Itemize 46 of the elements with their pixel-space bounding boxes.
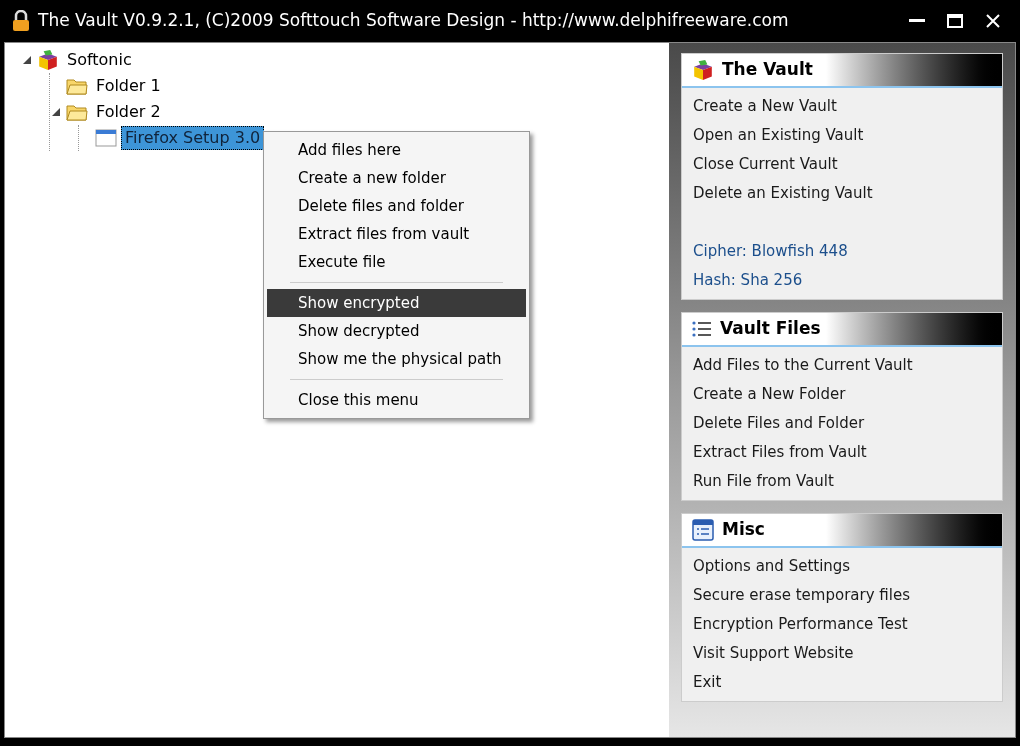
- menu-item[interactable]: Delete files and folder: [267, 192, 526, 220]
- panel-link[interactable]: Open an Existing Vault: [693, 121, 864, 150]
- panel-title: The Vault: [722, 58, 813, 82]
- tree-item[interactable]: Folder 1: [92, 74, 165, 98]
- menu-item[interactable]: Show encrypted: [267, 289, 526, 317]
- menu-item[interactable]: Execute file: [267, 248, 526, 276]
- panel-link[interactable]: Create a New Folder: [693, 380, 846, 409]
- menu-item[interactable]: Close this menu: [267, 386, 526, 414]
- window-file-icon: [95, 129, 117, 147]
- menu-item[interactable]: Extract files from vault: [267, 220, 526, 248]
- panel-link[interactable]: Secure erase temporary files: [693, 581, 910, 610]
- menu-item[interactable]: Create a new folder: [267, 164, 526, 192]
- panel-link[interactable]: Run File from Vault: [693, 467, 834, 496]
- panel-link[interactable]: Options and Settings: [693, 552, 851, 581]
- panel-link[interactable]: Encryption Performance Test: [693, 610, 908, 639]
- panel-title: Vault Files: [720, 317, 821, 341]
- info-text: Hash: Sha 256: [693, 270, 803, 291]
- window-title: The Vault V0.9.2.1, (C)2009 Softtouch Software Design - http://www.delphifreeware.com: [38, 9, 790, 33]
- menu-item[interactable]: Add files here: [267, 136, 526, 164]
- expanded-triangle-icon[interactable]: [52, 108, 60, 116]
- panel-title: Misc: [722, 518, 765, 542]
- window-list-icon: [692, 519, 714, 541]
- panel-link[interactable]: Close Current Vault: [693, 150, 838, 179]
- folder-icon: [66, 103, 88, 121]
- panel-link[interactable]: Exit: [693, 668, 722, 697]
- tree-item[interactable]: Firefox Setup 3.0: [121, 126, 265, 150]
- panel-link[interactable]: Delete Files and Folder: [693, 409, 865, 438]
- folder-icon: [66, 77, 88, 95]
- expanded-triangle-icon[interactable]: [23, 56, 31, 64]
- panel-link[interactable]: Create a New Vault: [693, 92, 837, 121]
- menu-item[interactable]: Show decrypted: [267, 317, 526, 345]
- close-icon: [986, 14, 1000, 28]
- panel-link[interactable]: Delete an Existing Vault: [693, 179, 873, 208]
- list-icon: [692, 320, 712, 338]
- menu-item[interactable]: Show me the physical path: [267, 345, 526, 373]
- padlock-icon: [12, 10, 30, 32]
- tree-item[interactable]: Folder 2: [92, 100, 165, 124]
- info-text: Cipher: Blowfish 448: [693, 241, 848, 262]
- minimize-icon: [909, 19, 925, 23]
- tree-item[interactable]: Softonic: [63, 48, 136, 72]
- cube-icon: [692, 59, 714, 81]
- panel-link[interactable]: Extract Files from Vault: [693, 438, 867, 467]
- cube-icon: [37, 49, 59, 71]
- panel-link[interactable]: Add Files to the Current Vault: [693, 351, 913, 380]
- panel-link[interactable]: Visit Support Website: [693, 639, 854, 668]
- maximize-icon: [947, 14, 963, 28]
